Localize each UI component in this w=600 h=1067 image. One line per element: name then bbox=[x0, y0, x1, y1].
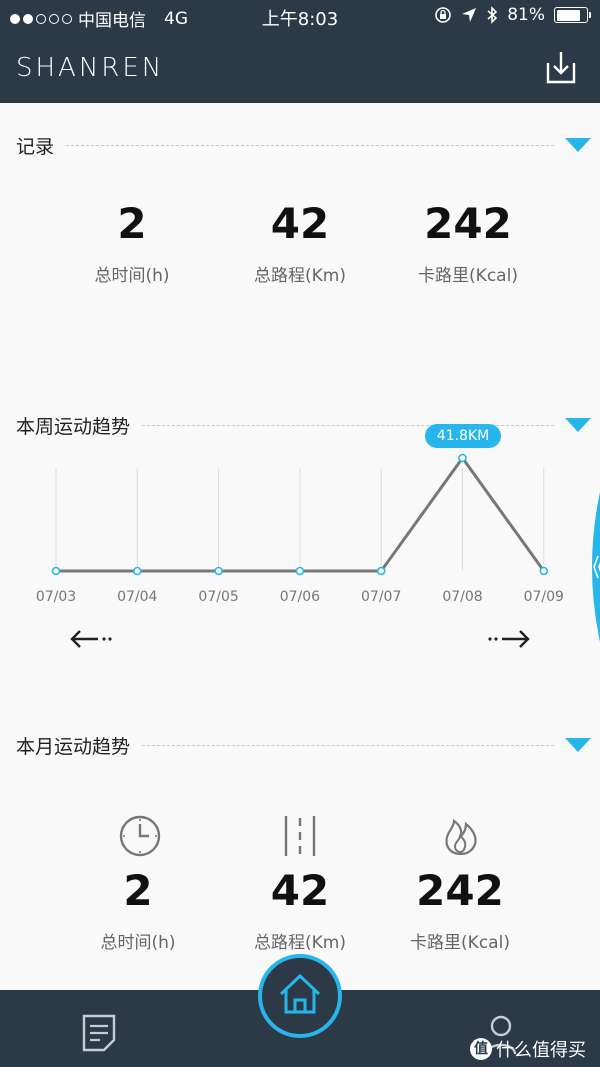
stat-value: 2 bbox=[117, 199, 147, 248]
x-tick-label: 07/03 bbox=[36, 589, 76, 605]
record-section-header: 记录 bbox=[16, 132, 592, 158]
record-stat-time: 2 总时间(h) bbox=[42, 199, 222, 287]
expand-triangle-icon[interactable] bbox=[564, 736, 592, 754]
records-list-icon[interactable] bbox=[80, 1012, 118, 1052]
stat-label: 卡路里(Kcal) bbox=[410, 933, 510, 953]
data-point[interactable] bbox=[295, 566, 305, 576]
x-tick-label: 07/04 bbox=[117, 589, 157, 605]
record-title: 记录 bbox=[16, 135, 55, 158]
stat-value: 242 bbox=[424, 199, 512, 248]
watermark-logo: 值 bbox=[470, 1038, 492, 1060]
location-icon bbox=[462, 8, 477, 22]
weekly-title: 本周运动趋势 bbox=[16, 415, 131, 438]
data-point[interactable] bbox=[51, 566, 61, 576]
record-stat-distance: 42 总路程(Km) bbox=[210, 199, 390, 287]
watermark-text: 什么值得买 bbox=[496, 1040, 586, 1061]
data-point[interactable] bbox=[539, 566, 549, 576]
status-bar: 中国电信 4G 上午8:03 81% bbox=[0, 0, 600, 33]
app-header: SHANREN bbox=[0, 33, 600, 103]
home-tab-button[interactable] bbox=[258, 954, 342, 1038]
x-tick-label: 07/09 bbox=[524, 589, 564, 605]
expand-triangle-icon[interactable] bbox=[564, 136, 592, 154]
x-tick-label: 07/05 bbox=[198, 589, 238, 605]
x-tick-label: 07/07 bbox=[361, 589, 401, 605]
weekly-trend-svg: 07/03 07/04 07/05 07/06 07/07 07/08 07/09 bbox=[36, 453, 564, 605]
monthly-stat-calories: 242 卡路里(Kcal) bbox=[370, 866, 550, 954]
section-divider bbox=[66, 144, 554, 146]
bluetooth-icon bbox=[487, 6, 498, 24]
weekly-section-header: 本周运动趋势 bbox=[16, 412, 592, 438]
stat-value: 242 bbox=[416, 866, 504, 915]
clock-icon bbox=[119, 815, 161, 857]
stat-label: 总路程(Km) bbox=[254, 266, 346, 286]
monthly-section-header: 本月运动趋势 bbox=[16, 732, 592, 758]
stat-value: 42 bbox=[270, 866, 330, 915]
record-stat-calories: 242 卡路里(Kcal) bbox=[378, 199, 558, 287]
data-point[interactable] bbox=[214, 566, 223, 576]
flame-icon bbox=[445, 818, 477, 856]
x-tick-label: 07/06 bbox=[280, 589, 320, 605]
road-icon bbox=[284, 816, 316, 856]
stat-label: 总时间(h) bbox=[100, 933, 176, 953]
app-logo: SHANREN bbox=[16, 53, 165, 83]
data-point[interactable] bbox=[133, 566, 142, 576]
next-week-arrow-icon[interactable] bbox=[484, 626, 532, 652]
side-drawer-handle-icon[interactable] bbox=[584, 492, 600, 642]
battery-icon bbox=[554, 7, 591, 23]
monthly-stat-distance: 42 总路程(Km) bbox=[210, 866, 390, 954]
previous-week-arrow-icon[interactable] bbox=[68, 626, 116, 652]
watermark: 值 什么值得买 bbox=[470, 1036, 586, 1062]
peak-value-tooltip: 41.8KM bbox=[425, 424, 501, 448]
data-point[interactable] bbox=[458, 453, 467, 463]
expand-triangle-icon[interactable] bbox=[564, 416, 592, 434]
download-icon[interactable] bbox=[544, 49, 578, 85]
weekly-trend-chart: 07/03 07/04 07/05 07/06 07/07 07/08 07/09 bbox=[0, 440, 600, 615]
stat-label: 卡路里(Kcal) bbox=[418, 266, 518, 286]
data-point[interactable] bbox=[376, 566, 386, 576]
status-right: 81% bbox=[434, 5, 591, 25]
monthly-title: 本月运动趋势 bbox=[16, 735, 131, 758]
battery-percent: 81% bbox=[507, 5, 545, 25]
stat-label: 总时间(h) bbox=[94, 266, 170, 286]
rotation-lock-icon bbox=[435, 7, 452, 23]
stat-label: 总路程(Km) bbox=[254, 933, 346, 953]
section-divider bbox=[142, 744, 554, 746]
home-icon bbox=[279, 973, 321, 1014]
stat-value: 42 bbox=[270, 199, 330, 248]
x-tick-label: 07/08 bbox=[442, 589, 482, 605]
stat-value: 2 bbox=[123, 866, 153, 915]
monthly-stat-time: 2 总时间(h) bbox=[48, 866, 228, 954]
